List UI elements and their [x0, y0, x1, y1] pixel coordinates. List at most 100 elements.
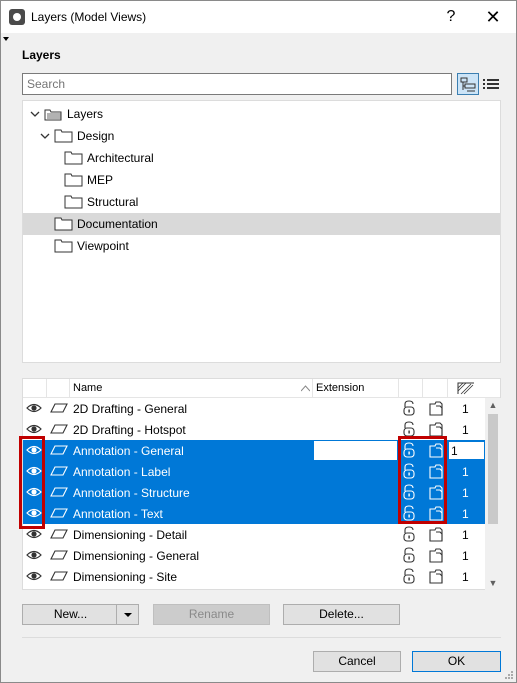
tree-item-label: Architectural	[87, 151, 154, 165]
highlight-box-visibility	[19, 436, 45, 529]
file-status-icon[interactable]	[428, 526, 444, 542]
layer-icon	[50, 466, 68, 476]
scroll-thumb[interactable]	[488, 414, 498, 524]
layer-name: Annotation - General	[73, 444, 184, 458]
layers-stack-icon	[44, 109, 62, 121]
new-button-label: New...	[53, 607, 88, 621]
layer-icon	[50, 529, 68, 539]
scroll-up-icon[interactable]: ▲	[485, 398, 501, 412]
collapse-arrow-icon[interactable]	[3, 37, 9, 41]
eye-icon[interactable]	[26, 402, 42, 414]
tree-view-button[interactable]	[457, 73, 479, 95]
intersection-number: 1	[462, 528, 469, 542]
file-status-icon[interactable]	[428, 589, 444, 590]
help-button[interactable]: ?	[431, 4, 471, 30]
intersection-number: 1	[462, 402, 469, 416]
folder-icon	[64, 195, 83, 209]
table-row[interactable]: Dimensioning - General 1	[23, 545, 485, 566]
file-status-icon[interactable]	[428, 400, 444, 416]
tree-item-layers[interactable]: Layers	[23, 103, 500, 125]
tree-item-viewpoint[interactable]: Viewpoint	[23, 235, 500, 257]
lock-icon[interactable]	[402, 400, 416, 416]
layer-icon	[50, 508, 68, 518]
lock-icon[interactable]	[402, 568, 416, 584]
sort-ascending-icon	[301, 385, 310, 392]
tree-item-design[interactable]: Design	[23, 125, 500, 147]
folder-icon	[54, 239, 73, 253]
column-separator	[69, 379, 70, 398]
title-bar: Layers (Model Views) ? ✕	[1, 1, 516, 33]
column-separator	[312, 379, 313, 398]
column-header-extension[interactable]: Extension	[316, 382, 364, 394]
table-row[interactable]: Dimensioning - Detail 1	[23, 524, 485, 545]
intersection-number: 1	[462, 570, 469, 584]
folder-icon	[54, 217, 73, 231]
scroll-down-icon[interactable]: ▼	[485, 576, 501, 590]
eye-icon[interactable]	[26, 570, 42, 582]
layer-icon	[50, 403, 68, 413]
intersection-priority-icon	[457, 382, 474, 395]
tree-item-label: Design	[77, 129, 115, 143]
intersection-number: 1	[462, 465, 469, 479]
table-row[interactable]: Dimensioning - Site 1	[23, 566, 485, 587]
eye-icon[interactable]	[26, 528, 42, 540]
tree-item-label: Layers	[67, 107, 104, 121]
table-header: Name Extension	[23, 379, 500, 398]
search-input[interactable]	[22, 73, 452, 95]
intersection-number: 1	[462, 549, 469, 563]
file-status-icon[interactable]	[428, 421, 444, 437]
intersection-number: 1	[462, 423, 469, 437]
column-header-name[interactable]: Name	[73, 382, 102, 394]
eye-icon[interactable]	[26, 423, 42, 435]
tree-item-label: MEP	[87, 173, 114, 187]
layer-name: Annotation - Text	[73, 507, 163, 521]
file-status-icon[interactable]	[428, 568, 444, 584]
tree-item-architectural[interactable]: Architectural	[23, 147, 500, 169]
tree-item-mep[interactable]: MEP	[23, 169, 500, 191]
tree-item-structural[interactable]: Structural	[23, 191, 500, 213]
highlight-box-lock-status	[398, 436, 447, 524]
eye-icon[interactable]	[26, 549, 42, 561]
file-status-icon[interactable]	[428, 547, 444, 563]
layer-folder-tree[interactable]: Layers Design Architectural MEP Structur…	[22, 100, 501, 363]
close-button[interactable]: ✕	[473, 4, 513, 30]
layer-icon	[50, 571, 68, 581]
delete-button[interactable]: Delete...	[283, 604, 400, 625]
lock-icon[interactable]	[402, 526, 416, 542]
extension-field[interactable]	[314, 441, 397, 460]
tree-item-label: Viewpoint	[77, 239, 129, 253]
layer-name: Annotation - Label	[73, 465, 171, 479]
rename-button[interactable]: Rename	[153, 604, 270, 625]
intersection-number: 1	[462, 486, 469, 500]
table-scrollbar[interactable]: ▲ ▼	[485, 398, 501, 590]
cancel-button[interactable]: Cancel	[313, 651, 401, 672]
layer-icon	[50, 445, 68, 455]
folder-icon	[64, 173, 83, 187]
window-title: Layers (Model Views)	[31, 10, 147, 24]
lock-icon[interactable]	[402, 589, 416, 590]
tree-view-icon	[460, 77, 476, 92]
column-separator	[46, 379, 47, 398]
dropdown-arrow-icon[interactable]	[116, 605, 138, 624]
table-row[interactable]: 2D Drafting - General 1	[23, 398, 485, 419]
ok-button[interactable]: OK	[412, 651, 501, 672]
intersection-number-field[interactable]: 1	[448, 441, 485, 460]
intersection-number: 1	[462, 507, 469, 521]
layer-icon	[50, 487, 68, 497]
chevron-down-icon[interactable]	[40, 131, 50, 141]
list-view-icon	[483, 79, 499, 89]
table-row[interactable]: Dimensioning - Structural1	[23, 587, 485, 590]
layer-icon	[50, 550, 68, 560]
list-view-button[interactable]	[481, 73, 501, 95]
resize-grip-icon[interactable]	[504, 670, 514, 680]
new-layer-button[interactable]: New...	[22, 604, 139, 625]
layer-name: Dimensioning - Site	[73, 570, 178, 584]
chevron-down-icon[interactable]	[30, 109, 40, 119]
layer-name: Annotation - Structure	[73, 486, 190, 500]
layer-name: 2D Drafting - General	[73, 402, 188, 416]
tree-item-documentation[interactable]: Documentation	[23, 213, 500, 235]
lock-icon[interactable]	[402, 421, 416, 437]
lock-icon[interactable]	[402, 547, 416, 563]
tree-item-label: Structural	[87, 195, 139, 209]
tree-item-label: Documentation	[77, 217, 158, 231]
